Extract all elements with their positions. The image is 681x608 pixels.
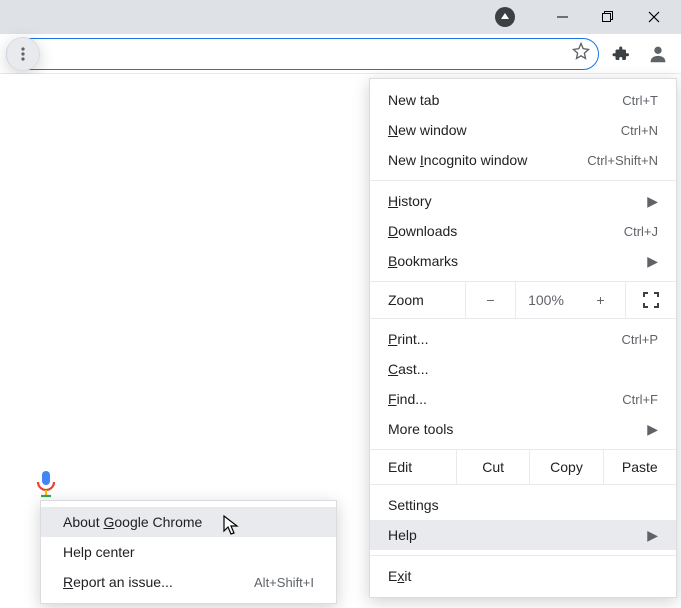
maximize-button[interactable] — [585, 0, 631, 34]
menu-label: Find... — [388, 391, 622, 407]
menu-zoom-row: Zoom − 100% + — [370, 281, 676, 319]
zoom-value: 100% — [516, 282, 576, 318]
menu-more-tools[interactable]: More tools ▶ — [370, 414, 676, 444]
menu-exit[interactable]: Exit — [370, 561, 676, 591]
minimize-button[interactable] — [539, 0, 585, 34]
zoom-label: Zoom — [370, 282, 466, 318]
menu-find[interactable]: Find... Ctrl+F — [370, 384, 676, 414]
menu-label: New tab — [388, 92, 622, 108]
menu-separator — [370, 180, 676, 181]
browser-toolbar — [0, 34, 681, 74]
star-icon[interactable] — [572, 42, 590, 65]
paste-button[interactable]: Paste — [603, 450, 676, 484]
menu-shortcut: Ctrl+J — [624, 224, 658, 239]
submenu-arrow-icon: ▶ — [647, 421, 658, 438]
submenu-arrow-icon: ▶ — [647, 527, 658, 544]
menu-shortcut: Ctrl+T — [622, 93, 658, 108]
chrome-main-menu: New tab Ctrl+T New window Ctrl+N New Inc… — [369, 78, 677, 598]
edit-label: Edit — [370, 450, 456, 484]
menu-shortcut: Ctrl+P — [622, 332, 658, 347]
submenu-label: Help center — [63, 544, 135, 560]
menu-edit-row: Edit Cut Copy Paste — [370, 449, 676, 485]
submenu-report-issue[interactable]: Report an issue... Alt+Shift+I — [41, 567, 336, 597]
window-titlebar — [0, 0, 681, 34]
menu-shortcut: Ctrl+N — [621, 123, 658, 138]
menu-label: Exit — [388, 568, 658, 584]
chrome-menu-button[interactable] — [6, 37, 40, 71]
menu-label: History — [388, 193, 637, 209]
menu-shortcut: Ctrl+Shift+N — [587, 153, 658, 168]
menu-new-incognito[interactable]: New Incognito window Ctrl+Shift+N — [370, 145, 676, 175]
menu-shortcut: Ctrl+F — [622, 392, 658, 407]
submenu-label: Report an issue... — [63, 574, 173, 590]
menu-label: Bookmarks — [388, 253, 637, 269]
menu-separator — [370, 555, 676, 556]
profile-button[interactable] — [641, 37, 675, 71]
menu-settings[interactable]: Settings — [370, 490, 676, 520]
menu-help[interactable]: Help ▶ — [370, 520, 676, 550]
fullscreen-button[interactable] — [626, 282, 676, 318]
menu-label: New window — [388, 122, 621, 138]
submenu-about-chrome[interactable]: About Google Chrome — [41, 507, 336, 537]
extensions-button[interactable] — [603, 37, 637, 71]
menu-new-window[interactable]: New window Ctrl+N — [370, 115, 676, 145]
menu-label: Help — [388, 527, 637, 543]
address-bar[interactable] — [6, 38, 599, 70]
menu-history[interactable]: History ▶ — [370, 186, 676, 216]
submenu-arrow-icon: ▶ — [647, 193, 658, 210]
submenu-shortcut: Alt+Shift+I — [254, 575, 314, 590]
zoom-in-button[interactable]: + — [576, 282, 626, 318]
tab-extension-badge[interactable] — [495, 7, 515, 27]
menu-print[interactable]: Print... Ctrl+P — [370, 324, 676, 354]
menu-cast[interactable]: Cast... — [370, 354, 676, 384]
submenu-help-center[interactable]: Help center — [41, 537, 336, 567]
menu-label: More tools — [388, 421, 637, 437]
menu-label: Downloads — [388, 223, 624, 239]
cut-button[interactable]: Cut — [456, 450, 529, 484]
menu-new-tab[interactable]: New tab Ctrl+T — [370, 85, 676, 115]
zoom-out-button[interactable]: − — [466, 282, 516, 318]
menu-label: Cast... — [388, 361, 658, 377]
submenu-arrow-icon: ▶ — [647, 253, 658, 270]
menu-label: Settings — [388, 497, 658, 513]
menu-bookmarks[interactable]: Bookmarks ▶ — [370, 246, 676, 276]
menu-label: Print... — [388, 331, 622, 347]
copy-button[interactable]: Copy — [529, 450, 602, 484]
close-button[interactable] — [631, 0, 677, 34]
submenu-label: About Google Chrome — [63, 514, 202, 530]
menu-downloads[interactable]: Downloads Ctrl+J — [370, 216, 676, 246]
menu-label: New Incognito window — [388, 152, 587, 168]
help-submenu: About Google Chrome Help center Report a… — [40, 500, 337, 604]
